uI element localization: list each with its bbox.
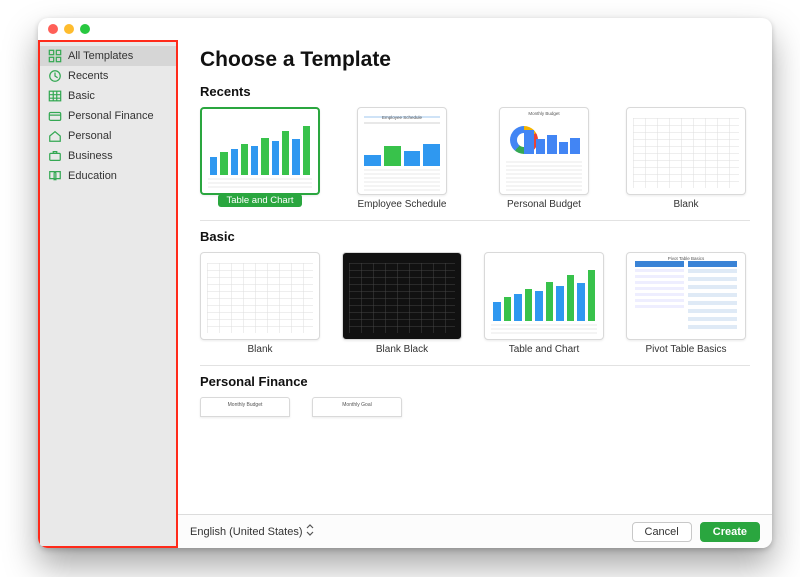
language-selector[interactable]: English (United States) — [190, 524, 314, 539]
personal-finance-row: Monthly Budget Monthly Goal — [200, 397, 750, 417]
template-label: Pivot Table Basics — [646, 344, 727, 355]
recents-row: Table and Chart Employee Schedule Employ… — [200, 107, 750, 210]
sidebar-item-education[interactable]: Education — [40, 166, 176, 186]
sidebar-item-recents[interactable]: Recents — [40, 66, 176, 86]
window-body: All Templates Recents Basic Personal Fin… — [38, 40, 772, 548]
template-label: Blank Black — [376, 344, 428, 355]
titlebar — [38, 18, 772, 40]
sidebar-item-label: Personal Finance — [68, 110, 154, 122]
template-personal-budget[interactable]: Monthly Budget Personal Budget — [484, 107, 604, 210]
zoom-window-button[interactable] — [80, 24, 90, 34]
language-label: English (United States) — [190, 526, 303, 538]
clock-icon — [48, 69, 62, 83]
template-thumb-peek[interactable]: Monthly Budget — [200, 397, 290, 417]
home-icon — [48, 129, 62, 143]
sidebar-item-personal-finance[interactable]: Personal Finance — [40, 106, 176, 126]
template-thumb: Employee Schedule — [357, 107, 447, 195]
template-label: Personal Budget — [507, 199, 581, 210]
section-title-recents: Recents — [200, 84, 750, 99]
sidebar-item-label: Basic — [68, 90, 95, 102]
template-table-and-chart[interactable]: Table and Chart — [200, 107, 320, 210]
template-thumb — [484, 252, 604, 340]
template-label: Table and Chart — [509, 344, 580, 355]
close-window-button[interactable] — [48, 24, 58, 34]
template-employee-schedule[interactable]: Employee Schedule Employee Schedule — [342, 107, 462, 210]
page-title: Choose a Template — [200, 48, 750, 72]
sidebar-item-personal[interactable]: Personal — [40, 126, 176, 146]
divider — [200, 365, 750, 366]
template-chooser-window: All Templates Recents Basic Personal Fin… — [38, 18, 772, 548]
template-scroll-area[interactable]: Choose a Template Recents — [178, 40, 772, 514]
template-label: Blank — [673, 199, 698, 210]
book-icon — [48, 169, 62, 183]
template-blank-black[interactable]: Blank Black — [342, 252, 462, 355]
template-thumb: Monthly Budget — [499, 107, 589, 195]
sidebar-item-label: Personal — [68, 130, 111, 142]
sidebar-item-basic[interactable]: Basic — [40, 86, 176, 106]
basic-row: Blank Blank Black — [200, 252, 750, 355]
template-blank[interactable]: Blank — [200, 252, 320, 355]
template-thumb: Pivot Table Basics — [626, 252, 746, 340]
template-thumb — [200, 252, 320, 340]
wallet-icon — [48, 109, 62, 123]
template-label: Employee Schedule — [358, 199, 447, 210]
minimize-window-button[interactable] — [64, 24, 74, 34]
sidebar-item-label: Recents — [68, 70, 108, 82]
grid-icon — [48, 49, 62, 63]
table-icon — [48, 89, 62, 103]
template-pivot-basics[interactable]: Pivot Table Basics Pivot Table Basics — [626, 252, 746, 355]
template-thumb — [200, 107, 320, 195]
template-thumb — [342, 252, 462, 340]
create-button[interactable]: Create — [700, 522, 760, 542]
divider — [200, 220, 750, 221]
template-label: Blank — [247, 344, 272, 355]
main-area: Choose a Template Recents — [178, 40, 772, 548]
sidebar-item-all-templates[interactable]: All Templates — [40, 46, 176, 66]
cancel-button[interactable]: Cancel — [632, 522, 692, 542]
template-thumb-peek[interactable]: Monthly Goal — [312, 397, 402, 417]
updown-icon — [306, 524, 314, 539]
template-blank[interactable]: Blank — [626, 107, 746, 210]
sidebar-item-label: Education — [68, 170, 117, 182]
sidebar: All Templates Recents Basic Personal Fin… — [38, 40, 178, 548]
template-thumb — [626, 107, 746, 195]
template-table-and-chart[interactable]: Table and Chart — [484, 252, 604, 355]
section-title-basic: Basic — [200, 229, 750, 244]
sidebar-item-label: Business — [68, 150, 113, 162]
briefcase-icon — [48, 149, 62, 163]
sidebar-item-business[interactable]: Business — [40, 146, 176, 166]
section-title-personal-finance: Personal Finance — [200, 374, 750, 389]
sidebar-item-label: All Templates — [68, 50, 133, 62]
template-label: Table and Chart — [218, 194, 301, 207]
footer: English (United States) Cancel Create — [178, 514, 772, 548]
